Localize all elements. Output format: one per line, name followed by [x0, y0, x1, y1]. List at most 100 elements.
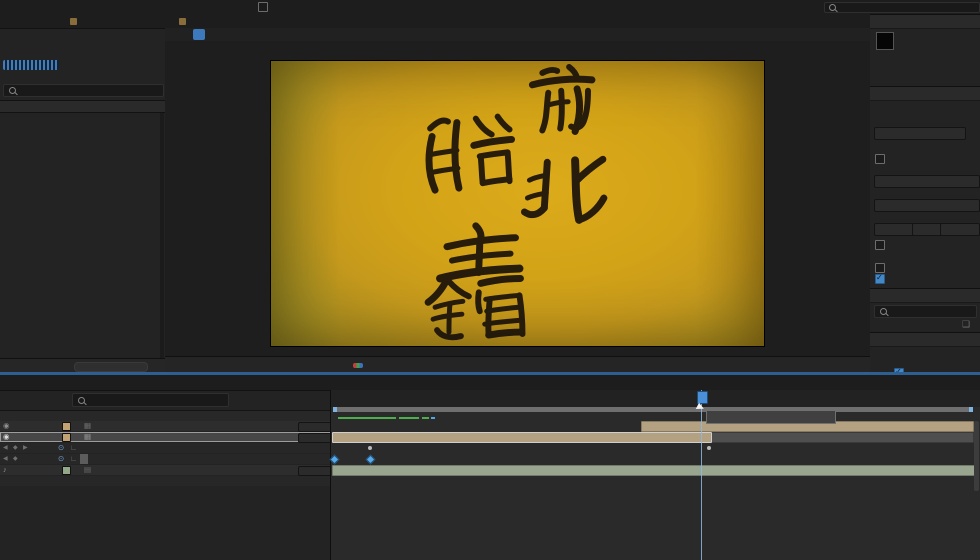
comp-breadcrumb — [165, 28, 870, 42]
project-scrollbar[interactable] — [160, 113, 164, 358]
cache-bar-3 — [422, 417, 429, 419]
timeline-track-area — [329, 390, 980, 560]
keyframe-prev-icon[interactable]: ◀ — [3, 443, 8, 453]
eagle-eye-icon[interactable]: ◉ — [3, 421, 10, 431]
property-row-time-remap[interactable]: ◀ ◆ ▶ ⊙ ∟ — [0, 443, 330, 454]
project-tabbar — [0, 14, 165, 29]
opacity-label[interactable] — [80, 454, 88, 464]
resolution-select[interactable] — [940, 223, 980, 236]
timeline-scrollbar[interactable] — [974, 421, 979, 491]
work-area-end-handle[interactable] — [969, 407, 973, 412]
time-remap-graph-icon: ∟ — [70, 443, 78, 452]
search-icon — [829, 4, 836, 11]
title-layer-bar-outpoint[interactable] — [710, 432, 974, 443]
work-area-start-handle[interactable] — [333, 407, 337, 412]
opacity-keyframe-add-icon[interactable]: ◆ — [13, 454, 18, 464]
title-eye-icon[interactable]: ◉ — [3, 432, 10, 442]
effects-search-input[interactable] — [874, 305, 977, 318]
move-time-checkbox[interactable] — [875, 273, 885, 284]
calligraphy-title-art — [424, 63, 608, 341]
project-columns-header[interactable] — [0, 100, 165, 113]
preview-panel-header[interactable] — [870, 86, 980, 101]
eagle-comp-icon: ▦ — [84, 421, 92, 430]
time-remap-keyframe-1[interactable] — [368, 446, 372, 450]
opacity-stopwatch-icon[interactable]: ⊙ — [58, 454, 64, 464]
cache-before-checkbox[interactable] — [875, 154, 885, 164]
viewer-toolbar — [165, 356, 870, 373]
color-swatch — [876, 32, 894, 50]
layer-row-title[interactable]: ◉ ▦ — [0, 432, 332, 443]
work-area-bar[interactable] — [333, 407, 973, 412]
effects-search-icon — [880, 308, 887, 315]
title-layer-bar[interactable] — [332, 432, 712, 443]
composition-panel — [165, 14, 871, 373]
bgm-label-swatch[interactable] — [62, 466, 71, 475]
project-search-input[interactable] — [3, 84, 164, 97]
help-search-input[interactable] — [824, 2, 980, 13]
composition-tabbar — [165, 14, 870, 29]
effects-list-icon[interactable]: ❑ — [962, 319, 970, 330]
info-panel-header[interactable] — [870, 14, 980, 29]
after-effects-window: ❑ — [0, 0, 980, 560]
time-remap-keyframe-2[interactable] — [707, 446, 711, 450]
opacity-keyframe-2[interactable] — [365, 454, 376, 465]
cache-before-row[interactable] — [875, 154, 889, 165]
effect-controls-tab-icon — [70, 18, 77, 25]
frame-rate-select[interactable] — [874, 223, 914, 236]
project-search-icon — [9, 87, 16, 94]
time-ruler[interactable] — [331, 390, 980, 407]
opacity-keyframe-prev-icon[interactable]: ◀ — [3, 454, 8, 464]
title-parent-select[interactable] — [298, 433, 332, 443]
bgm-file-icon: ▤ — [84, 465, 92, 474]
top-toolbar — [0, 0, 980, 15]
skip-select[interactable] — [912, 223, 942, 236]
breadcrumb-current[interactable] — [193, 29, 205, 40]
cache-bar-1 — [338, 417, 396, 419]
play-from-select[interactable] — [874, 199, 980, 212]
fullscreen-row[interactable] — [875, 240, 889, 251]
move-time-row[interactable] — [875, 273, 889, 285]
keyframe-add-icon[interactable]: ◆ — [13, 443, 18, 453]
property-row-opacity[interactable]: ◀ ◆ ⊙ ∟ — [0, 454, 330, 465]
cache-bar-2 — [399, 417, 419, 419]
cache-bar-blue — [431, 417, 435, 419]
snap-checkbox-box[interactable] — [258, 2, 268, 12]
snap-checkbox[interactable] — [258, 2, 272, 13]
group-row-waveform[interactable] — [0, 476, 330, 487]
project-footer-pill — [74, 362, 148, 372]
audio-waveform-display — [332, 486, 973, 530]
shortcut-select[interactable] — [874, 127, 966, 140]
timeline-panel: ◉ ▦ ◉ ▦ ◀ ◆ ▶ ⊙ ∟ ◀ ◆ ⊙ ∟ ♪ ▤ — [0, 375, 980, 560]
playhead-line — [701, 390, 702, 560]
bgm-parent-select[interactable] — [298, 466, 332, 476]
eagle-parent-select[interactable] — [298, 422, 332, 432]
project-footer — [0, 358, 165, 373]
comp-viewport[interactable] — [165, 41, 870, 356]
play-cached-checkbox[interactable] — [875, 263, 885, 273]
title-comp-icon: ▦ — [84, 432, 92, 441]
layer-row-eagle[interactable]: ◉ ▦ — [0, 421, 332, 432]
right-panel-stack: ❑ — [870, 14, 980, 378]
keyframe-next-icon[interactable]: ▶ — [23, 443, 28, 453]
timeline-tabbar — [0, 375, 980, 391]
composition-tab-icon — [179, 18, 186, 25]
bgm-audio-icon[interactable]: ♪ — [3, 465, 7, 475]
show-channel-icon[interactable] — [353, 363, 363, 368]
timeline-search-icon — [78, 397, 85, 404]
bgm-layer-bar[interactable] — [332, 465, 975, 476]
motion-sketch-header[interactable] — [870, 332, 980, 347]
opacity-keyframe-1[interactable] — [329, 454, 340, 465]
comp-image — [270, 60, 765, 347]
opacity-graph-icon: ∟ — [70, 454, 78, 463]
range-select[interactable] — [874, 175, 980, 188]
layer-row-bgm[interactable]: ♪ ▤ — [0, 465, 332, 476]
timeline-search-input[interactable] — [72, 393, 229, 407]
project-panel — [0, 14, 166, 373]
eagle-label-swatch[interactable] — [62, 422, 71, 431]
effects-presets-header[interactable] — [870, 288, 980, 303]
audio-waveform-thumbnail — [3, 60, 59, 70]
fullscreen-checkbox[interactable] — [875, 240, 885, 250]
title-label-swatch[interactable] — [62, 433, 71, 442]
playhead-tooltip — [706, 410, 836, 424]
time-remap-stopwatch-icon[interactable]: ⊙ — [58, 443, 64, 453]
